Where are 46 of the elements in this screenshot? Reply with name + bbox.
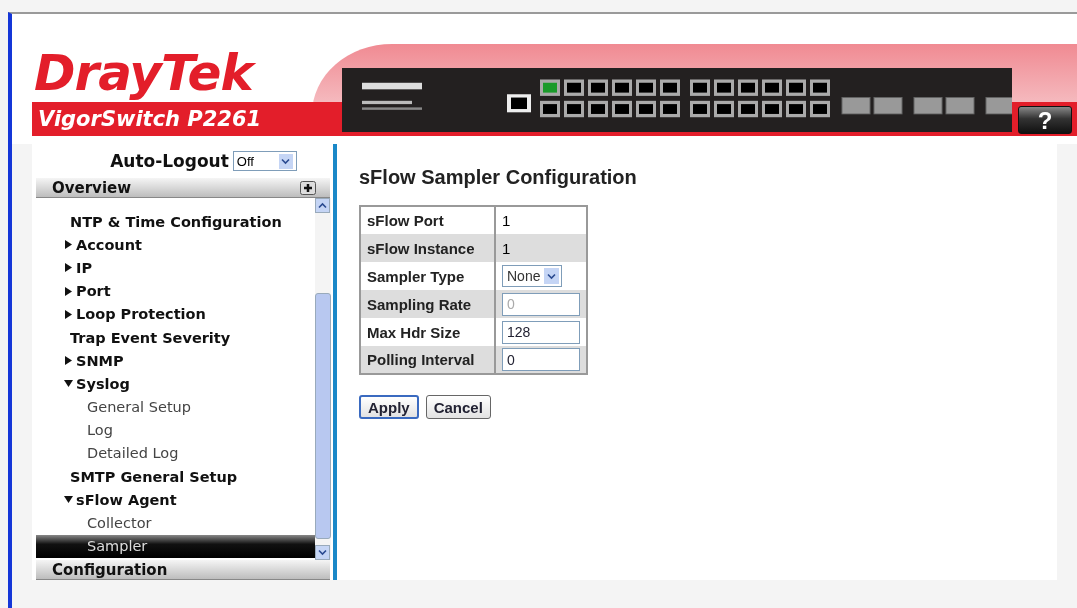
submenu-item[interactable]: Sampler bbox=[36, 534, 315, 558]
menu-item-label: sFlow Agent bbox=[76, 491, 177, 508]
field-label: Sampling Rate bbox=[360, 290, 495, 318]
menu-item-label: SNMP bbox=[76, 352, 124, 369]
submenu-item[interactable]: Detailed Log bbox=[36, 441, 315, 466]
menu-item-row[interactable]: Port bbox=[36, 279, 315, 303]
menu-item-label: Loop Protection bbox=[76, 306, 206, 323]
input-field[interactable]: 128 bbox=[502, 320, 580, 344]
form-button[interactable]: Cancel bbox=[425, 395, 491, 419]
submenu-item[interactable]: Collector bbox=[36, 511, 315, 535]
help-button[interactable]: ? bbox=[1018, 106, 1072, 134]
menu-item-row[interactable]: Syslog bbox=[36, 372, 315, 396]
menu-item-label: Port bbox=[76, 283, 111, 300]
menu-item-row[interactable]: SNMP bbox=[36, 349, 315, 373]
field-label: Polling Interval bbox=[360, 346, 495, 374]
scroll-down-icon[interactable] bbox=[315, 545, 330, 560]
menu-item-label: Account bbox=[76, 236, 142, 253]
submenu-item[interactable]: Log bbox=[36, 418, 315, 442]
section-header[interactable]: Configuration bbox=[52, 560, 168, 579]
menu-item-row[interactable]: IP bbox=[36, 256, 315, 280]
menu-item-label: IP bbox=[76, 259, 93, 276]
auto-logout-label: Auto-Logout bbox=[110, 151, 229, 171]
form-button[interactable]: Apply bbox=[359, 395, 419, 419]
section-header[interactable]: Overview bbox=[52, 178, 132, 197]
menu-item-row[interactable]: Loop Protection bbox=[36, 302, 315, 326]
menu-item[interactable]: NTP & Time Configuration bbox=[36, 210, 315, 234]
menu-item-row[interactable]: Account bbox=[36, 233, 315, 257]
sampler-type-select[interactable]: None bbox=[502, 265, 563, 287]
plus-icon[interactable] bbox=[300, 180, 316, 195]
input-field[interactable]: 0 bbox=[502, 348, 580, 371]
scrollbar[interactable] bbox=[315, 198, 331, 560]
page-title: sFlow Sampler Configuration bbox=[359, 166, 638, 189]
scroll-up-icon[interactable] bbox=[315, 198, 330, 213]
caret-icon[interactable] bbox=[318, 549, 327, 556]
field-label: sFlow Instance bbox=[360, 234, 495, 262]
menu-item[interactable]: SMTP General Setup bbox=[36, 465, 315, 489]
caret-icon[interactable] bbox=[547, 272, 557, 280]
menu-item[interactable]: Trap Event Severity bbox=[36, 325, 315, 350]
field-value: 1 bbox=[495, 234, 587, 262]
model-name: VigorSwitch P2261 bbox=[37, 107, 262, 131]
caret-icon[interactable] bbox=[281, 157, 291, 165]
menu-item-label: Syslog bbox=[76, 375, 130, 392]
menu-item-row[interactable]: sFlow Agent bbox=[36, 488, 315, 512]
field-value: 1 bbox=[495, 206, 587, 234]
auto-logout-select[interactable]: Off bbox=[232, 151, 297, 171]
submenu-item[interactable]: General Setup bbox=[36, 395, 315, 419]
